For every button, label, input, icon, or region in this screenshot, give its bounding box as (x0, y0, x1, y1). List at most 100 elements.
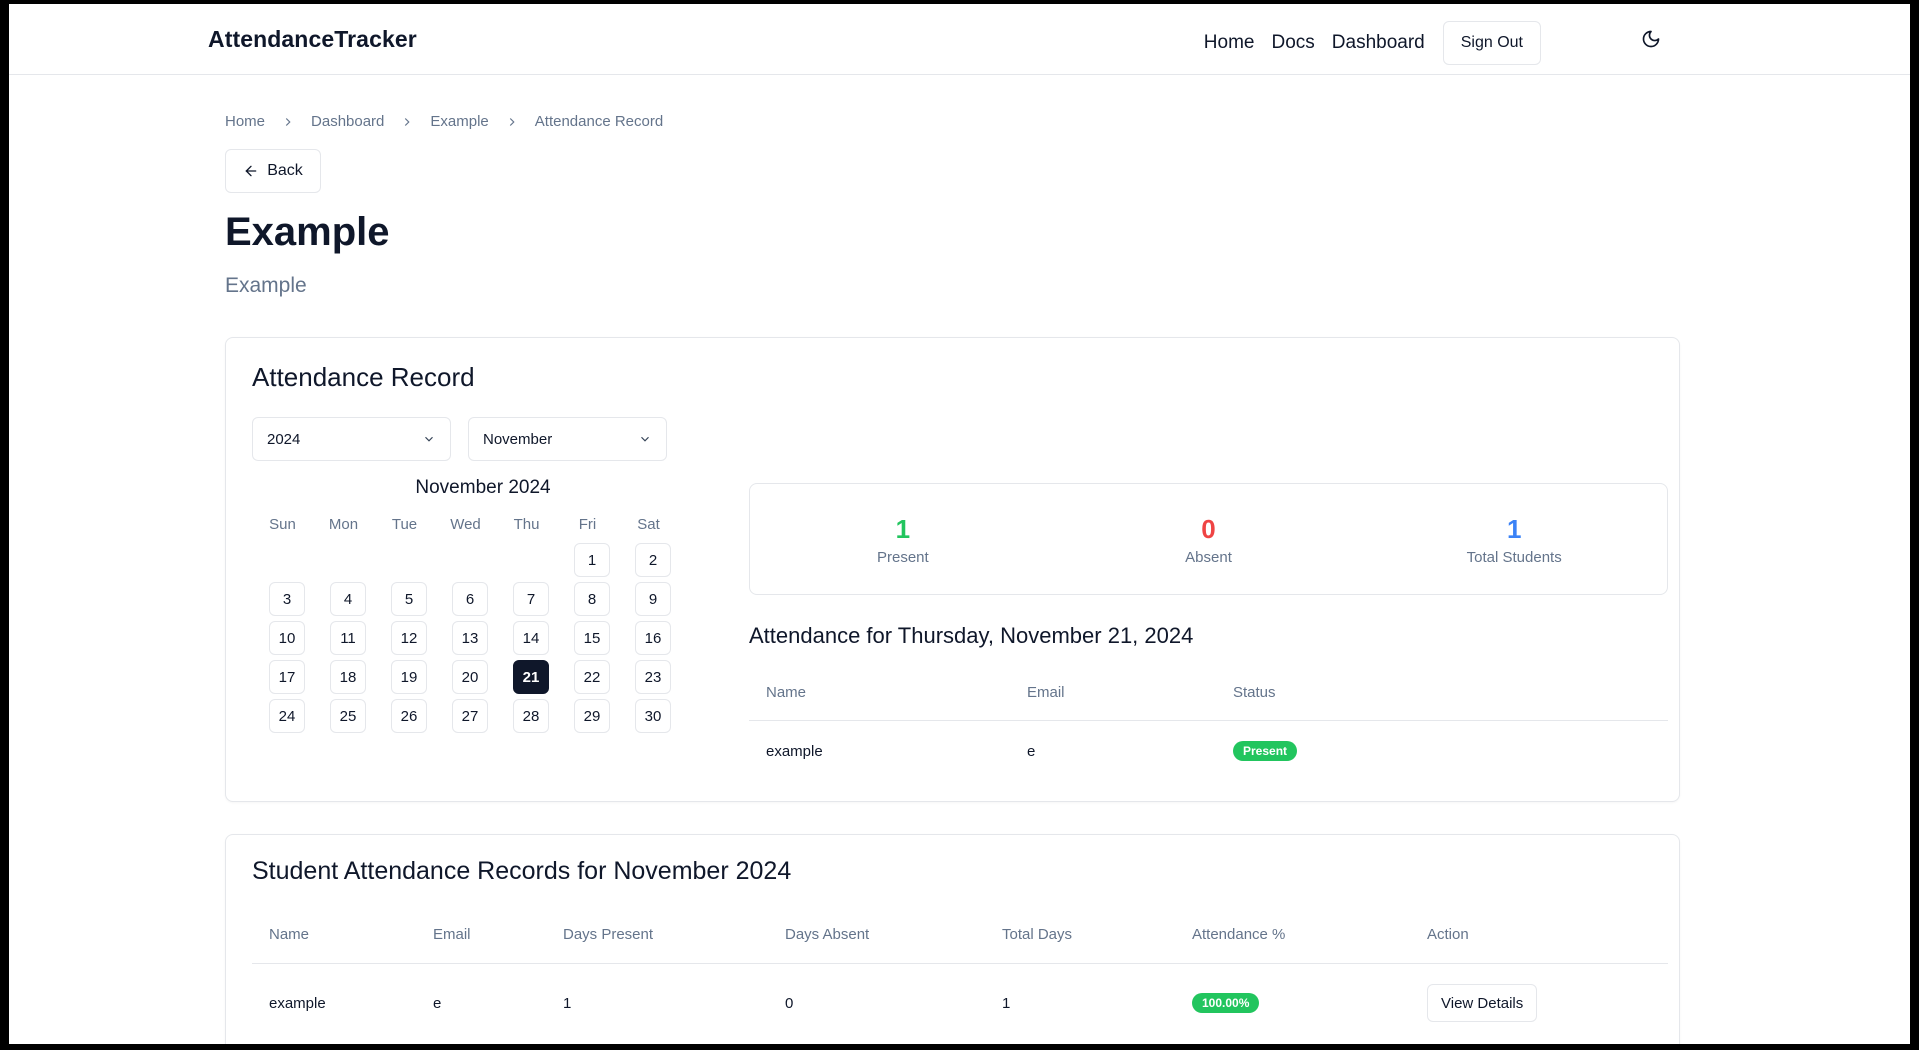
calendar-day[interactable]: 17 (269, 660, 305, 694)
calendar-day[interactable]: 13 (452, 621, 488, 655)
cell-name: example (766, 742, 823, 760)
column-header-total-days: Total Days (985, 905, 1175, 964)
breadcrumb-dashboard[interactable]: Dashboard (311, 113, 384, 130)
chevron-right-icon (281, 115, 295, 129)
weekday-label: Tue (391, 516, 418, 533)
moon-icon (1642, 30, 1660, 48)
nav-docs-link[interactable]: Docs (1271, 32, 1314, 54)
calendar-day[interactable]: 22 (574, 660, 610, 694)
stat-absent-value: 0 (1201, 514, 1216, 544)
page-title: Example (225, 210, 390, 254)
calendar-day[interactable]: 9 (635, 582, 671, 616)
app-viewport: AttendanceTracker Home Docs Dashboard Si… (9, 4, 1910, 1044)
stat-total-label: Total Students (1466, 549, 1562, 566)
column-header-status: Status (1216, 664, 1668, 721)
year-select[interactable]: 2024 (252, 417, 451, 461)
attendance-record-title: Attendance Record (252, 362, 475, 392)
calendar-day[interactable]: 6 (452, 582, 488, 616)
cell-name: example (269, 994, 326, 1012)
calendar-day[interactable]: 26 (391, 699, 427, 733)
weekday-label: Sat (637, 516, 660, 533)
weekday-label: Wed (450, 516, 481, 533)
chevron-down-icon (641, 436, 649, 442)
day-attendance-table: Name Email Status example e Present (749, 664, 1668, 781)
calendar-day[interactable]: 14 (513, 621, 549, 655)
attendance-record-card: Attendance Record 2024 November November… (225, 337, 1680, 802)
month-select-value: November (483, 430, 553, 448)
column-header-name: Name (252, 905, 416, 964)
calendar-day[interactable]: 29 (574, 699, 610, 733)
calendar-day[interactable]: 25 (330, 699, 366, 733)
nav-home-link[interactable]: Home (1204, 32, 1255, 54)
theme-toggle-button[interactable] (1636, 24, 1666, 54)
calendar-caption: November 2024 (415, 477, 551, 498)
column-header-days-absent: Days Absent (768, 905, 985, 964)
calendar-day[interactable]: 23 (635, 660, 671, 694)
calendar-day[interactable]: 10 (269, 621, 305, 655)
calendar-day[interactable]: 24 (269, 699, 305, 733)
calendar-day[interactable]: 7 (513, 582, 549, 616)
calendar-day-selected[interactable]: 21 (513, 660, 549, 694)
calendar-empty-cell (252, 543, 313, 577)
breadcrumb: Home Dashboard Example Attendance Record (225, 113, 663, 130)
weekday-label: Thu (513, 516, 540, 533)
table-row: example e 1 0 1 100.00% View Details (252, 964, 1668, 1043)
breadcrumb-example[interactable]: Example (430, 113, 488, 130)
calendar-grid: 1 2 3 4 5 6 7 8 9 10 11 12 13 14 15 16 17 18 19 20 21 22 23 24 2… (252, 543, 692, 733)
cell-action: View Details (1410, 964, 1668, 1043)
selected-day-heading: Attendance for Thursday, November 21, 20… (749, 623, 1194, 648)
cell-attendance-pct: 100.00% (1175, 964, 1410, 1043)
stat-total-value: 1 (1506, 514, 1522, 544)
calendar-day[interactable]: 4 (330, 582, 366, 616)
chevron-down-icon (425, 436, 433, 442)
table-header-row: Name Email Days Present Days Absent Tota… (252, 905, 1668, 964)
calendar-day[interactable]: 30 (635, 699, 671, 733)
calendar-day[interactable]: 12 (391, 621, 427, 655)
column-header-email: Email (1010, 664, 1216, 721)
column-header-email: Email (416, 905, 546, 964)
cell-email: e (433, 994, 442, 1012)
table-header-row: Name Email Status (749, 664, 1668, 721)
calendar-day[interactable]: 2 (635, 543, 671, 577)
column-header-days-present: Days Present (546, 905, 768, 964)
table-row: example e Present (749, 721, 1668, 782)
cell-status: Present (1216, 721, 1668, 782)
stat-present-label: Present (876, 549, 929, 566)
calendar-day[interactable]: 5 (391, 582, 427, 616)
attendance-pct-badge: 100.00% (1192, 993, 1260, 1013)
brand-logo[interactable]: AttendanceTracker (208, 26, 417, 53)
year-select-value: 2024 (267, 430, 301, 448)
sign-out-button[interactable]: Sign Out (1442, 21, 1541, 65)
breadcrumb-home[interactable]: Home (225, 113, 265, 130)
month-select[interactable]: November (468, 417, 667, 461)
calendar-empty-cell (313, 543, 374, 577)
arrow-left-icon (245, 165, 257, 177)
calendar-day[interactable]: 1 (574, 543, 610, 577)
breadcrumb-current: Attendance Record (534, 113, 664, 130)
calendar-day[interactable]: 27 (452, 699, 488, 733)
weekday-label: Mon (328, 516, 359, 533)
weekday-label: Fri (578, 516, 597, 533)
calendar-day[interactable]: 18 (330, 660, 366, 694)
view-details-button[interactable]: View Details (1427, 984, 1538, 1022)
main-nav: Home Docs Dashboard Sign Out (1187, 21, 1541, 65)
calendar-day[interactable]: 19 (391, 660, 427, 694)
calendar-day[interactable]: 15 (574, 621, 610, 655)
calendar-day[interactable]: 3 (269, 582, 305, 616)
stat-absent-label: Absent (1185, 549, 1232, 566)
back-button[interactable]: Back (225, 149, 321, 193)
column-header-attendance-pct: Attendance % (1175, 905, 1410, 964)
stat-present: 1 Present (750, 484, 1056, 594)
calendar-day[interactable]: 20 (452, 660, 488, 694)
calendar-empty-cell (435, 543, 496, 577)
calendar-day[interactable]: 11 (330, 621, 366, 655)
cell-email: e (1027, 742, 1036, 760)
calendar: November 2024 Sun Mon Tue Wed Thu Fri Sa… (252, 477, 692, 733)
calendar-day[interactable]: 28 (513, 699, 549, 733)
nav-dashboard-link[interactable]: Dashboard (1332, 32, 1425, 54)
calendar-day[interactable]: 8 (574, 582, 610, 616)
cell-days-absent: 0 (785, 994, 794, 1012)
column-header-action: Action (1410, 905, 1668, 964)
calendar-day[interactable]: 16 (635, 621, 671, 655)
chevron-right-icon (505, 115, 519, 129)
